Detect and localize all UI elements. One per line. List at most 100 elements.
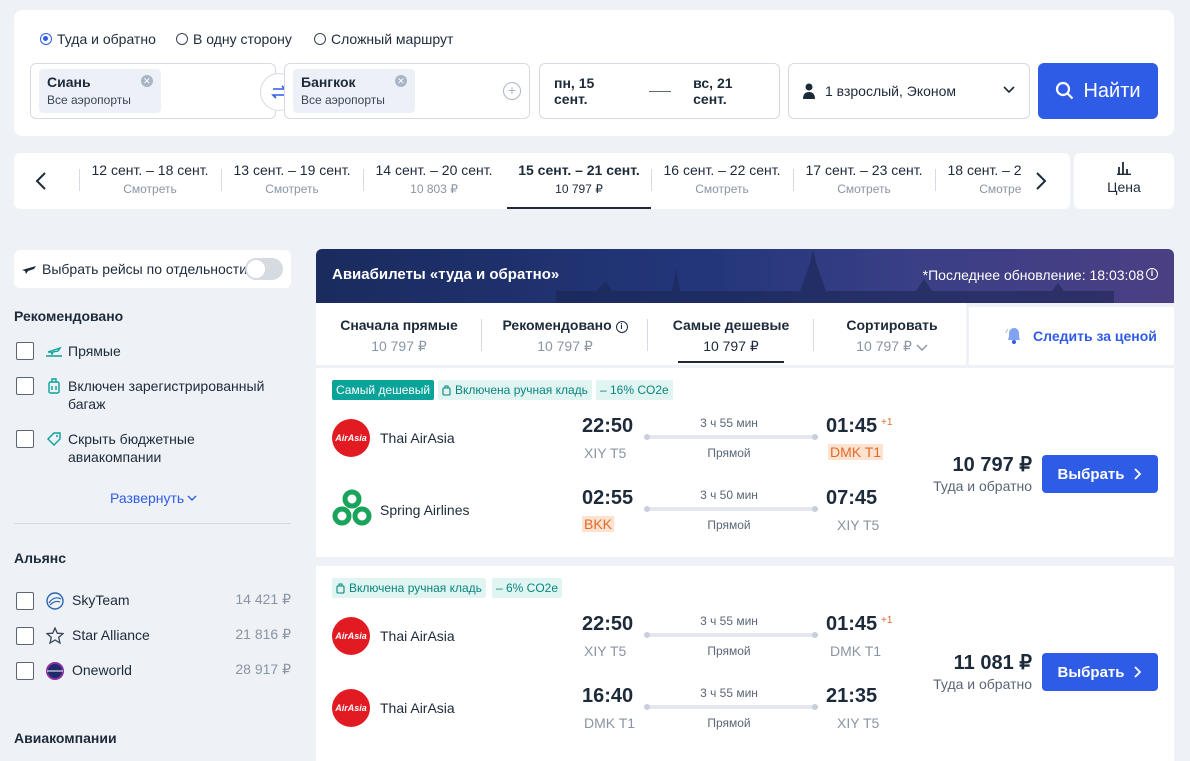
checkbox[interactable] [16,342,34,360]
arrival-time: 07:45 [826,487,878,509]
select-flight-button[interactable]: Выбрать [1042,455,1158,493]
sort-recommended[interactable]: Рекомендовано i 10 797 ₽ [484,303,646,365]
watch-price-label: Следить за ценой [1033,328,1157,344]
chevron-left-icon[interactable] [35,171,47,191]
route-line [644,632,818,638]
date-option[interactable]: 12 сент. – 18 сент. Смотреть [79,153,221,209]
price-type: Туда и обратно [933,478,1032,494]
sort-price: 10 797 ₽ [537,338,593,354]
clear-origin-icon[interactable]: ✕ [140,75,153,87]
watch-price-button[interactable]: Следить за ценой [969,307,1174,365]
price-type: Туда и обратно [933,676,1032,692]
skyteam-logo-icon [46,592,64,610]
dates-field[interactable]: пн, 15 сент. вс, 21 сент. [539,63,780,119]
info-icon[interactable]: i [1146,268,1158,280]
chevron-down-icon [187,495,197,501]
baggage-badge-label: Включена ручная кладь [349,581,482,595]
origin-field[interactable]: Сиань Все аэропорты ✕ [30,63,276,119]
oneworld-logo-icon [46,662,64,680]
date-price: 10 797 ₽ [555,182,603,196]
sort-separator [647,319,648,351]
search-panel: Туда и обратно В одну сторону Сложный ма… [14,10,1174,136]
arrival-time: 01:45 [826,415,878,437]
trip-type-roundtrip[interactable]: Туда и обратно [40,31,156,47]
alliance-skyteam[interactable]: SkyTeam 14 421 ₽ [16,591,291,611]
clear-destination-icon[interactable]: ✕ [394,75,407,87]
arrival-time: 01:45 [826,613,878,635]
checkbox[interactable] [16,592,34,610]
price-chart-button[interactable]: Цена [1074,153,1174,209]
bar-chart-icon [1117,162,1131,175]
route-line [644,506,818,512]
spring-airlines-logo [332,489,372,526]
trip-type-label: В одну сторону [193,31,292,47]
search-button[interactable]: Найти [1038,63,1158,119]
alliance-price: 21 816 ₽ [235,626,291,642]
arrival-airport: DMK T1 [828,444,884,460]
stops-info: Прямой [707,518,751,532]
date-option[interactable]: 18 сент. – 24 сент. Смотреть [935,153,1021,209]
toggle-switch[interactable] [245,258,283,280]
direct-flight-icon [46,346,62,357]
date-option[interactable]: 17 сент. – 23 сент. Смотреть [793,153,935,209]
arrival-airport: XIY T5 [837,715,880,731]
checkbox[interactable] [16,627,34,645]
trip-type-label: Сложный маршрут [331,31,454,47]
airline-name: Thai AirAsia [380,700,455,716]
checkbox[interactable] [16,377,34,395]
date-price: Смотреть [123,182,177,196]
trip-type-multi[interactable]: Сложный маршрут [314,31,453,47]
chevron-down-icon [1003,86,1015,94]
chevron-right-icon[interactable] [1035,171,1047,191]
sort-label: Сортировать [846,317,938,333]
arrival-airport: XIY T5 [837,517,880,533]
flight-result-card[interactable]: Включена ручная кладь – 6% CO2e AirAsia … [316,566,1174,761]
trip-type-oneway[interactable]: В одну сторону [176,31,292,47]
sort-cheapest[interactable]: Самые дешевые 10 797 ₽ [650,303,812,365]
expand-link[interactable]: Развернуть [110,490,197,506]
origin-city: Сиань [47,74,91,90]
airasia-logo: AirAsia [332,617,370,655]
checkbox[interactable] [16,430,34,448]
sort-active-underline [678,361,784,363]
date-price: 10 803 ₽ [410,182,458,196]
divider [14,523,291,524]
flight-result-card[interactable]: Самый дешевый Включена ручная кладь – 16… [316,368,1174,557]
route-line [644,434,818,440]
chevron-right-icon [1134,666,1142,678]
search-button-label: Найти [1083,79,1141,102]
airasia-logo: AirAsia [332,689,370,727]
logo-text: AirAsia [335,631,367,641]
passengers-value: 1 взрослый, Эконом [825,83,957,99]
stops-info: Прямой [707,644,751,658]
alliance-oneworld[interactable]: Oneworld 28 917 ₽ [16,661,291,681]
checkbox[interactable] [16,662,34,680]
sort-price: 10 797 ₽ [703,338,759,354]
select-flight-button[interactable]: Выбрать [1042,653,1158,691]
add-destination-icon[interactable]: + [503,82,521,100]
date-price: Смотреть [837,182,891,196]
airline-name: Thai AirAsia [380,430,455,446]
date-option[interactable]: 13 сент. – 19 сент. Смотреть [221,153,363,209]
banner-title: Авиабилеты «туда и обратно» [332,266,560,283]
destination-field[interactable]: Бангкок Все аэропорты ✕ + [284,63,530,119]
separate-flights-toggle[interactable]: Выбрать рейсы по отдельности [14,250,291,288]
sort-direct-first[interactable]: Сначала прямые 10 797 ₽ [318,303,480,365]
passengers-field[interactable]: 1 взрослый, Эконом [788,63,1030,119]
alliance-staralliance[interactable]: Star Alliance 21 816 ₽ [16,626,291,646]
date-option[interactable]: 16 сент. – 22 сент. Смотреть [651,153,793,209]
info-icon[interactable]: i [615,321,628,333]
date-option-selected[interactable]: 15 сент. – 21 сент. 10 797 ₽ [507,153,651,209]
cheapest-badge: Самый дешевый [332,380,435,400]
filter-label: Прямые [68,343,121,359]
airlines-title: Авиакомпании [14,730,117,746]
origin-airports: Все аэропорты [47,93,131,107]
bag-icon [336,582,345,594]
co2-badge: – 16% CO2e [596,380,673,400]
date-option[interactable]: 14 сент. – 20 сент. 10 803 ₽ [363,153,505,209]
expand-label: Развернуть [110,490,185,506]
date-price: Смотреть [979,182,1021,196]
person-icon [803,83,815,99]
chevron-down-icon [916,344,928,351]
sort-dropdown[interactable]: Сортировать 10 797 ₽ [811,303,973,365]
